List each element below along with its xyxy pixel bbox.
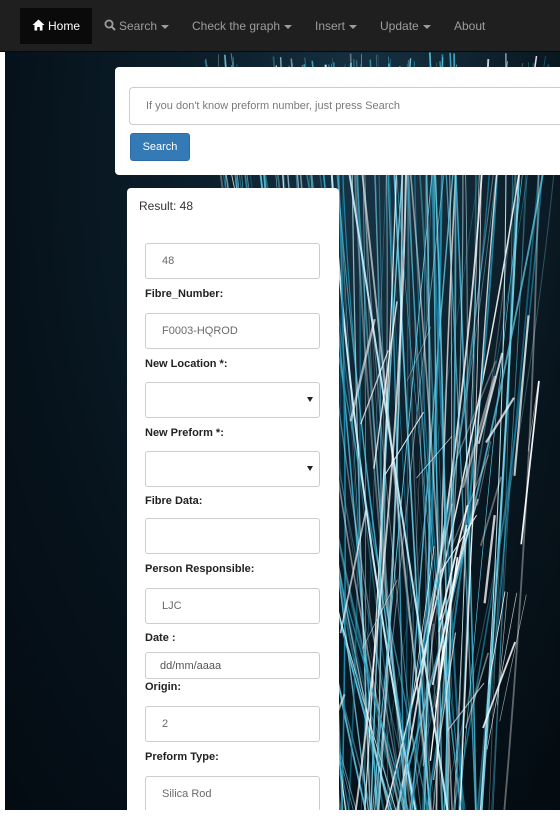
- chevron-down-icon: [422, 24, 431, 29]
- fibre-number-label: Fibre_Number:: [145, 288, 224, 300]
- page-bottom-edge: [0, 810, 560, 820]
- origin-label: Origin:: [145, 681, 182, 693]
- nav-search[interactable]: Search: [104, 0, 170, 53]
- person-responsible-label: Person Responsible:: [145, 563, 255, 575]
- fiber-glint: [513, 315, 530, 476]
- nav-search-label: Search: [119, 19, 158, 33]
- result-count: Result: 48: [139, 199, 194, 213]
- nav-check-graph-label: Check the graph: [192, 19, 281, 33]
- fibre-data-field[interactable]: [145, 518, 320, 554]
- date-label: Date :: [145, 632, 176, 644]
- nav-about-label: About: [454, 19, 486, 33]
- origin-field[interactable]: [145, 706, 320, 742]
- navbar: Home Search Check the graph Insert Updat…: [0, 0, 560, 52]
- new-location-label: New Location *:: [145, 358, 228, 370]
- caret-down-icon: [307, 466, 313, 471]
- nav-home[interactable]: Home: [20, 8, 93, 45]
- fibre-number-field[interactable]: [145, 313, 320, 349]
- preform-type-label: Preform Type:: [145, 751, 219, 763]
- date-field[interactable]: [145, 652, 320, 679]
- search-icon: [104, 1, 116, 53]
- result-form-panel: Result: 48 Fibre_Number: New Location *:…: [127, 188, 339, 820]
- search-button[interactable]: Search: [130, 133, 190, 161]
- preform-type-field[interactable]: [145, 776, 320, 812]
- chevron-down-icon: [161, 24, 170, 29]
- nav-check-graph[interactable]: Check the graph: [192, 0, 293, 52]
- fiber-glint: [464, 652, 489, 729]
- nav-update[interactable]: Update: [380, 0, 431, 52]
- result-id-field[interactable]: [145, 243, 320, 279]
- chevron-down-icon: [284, 24, 293, 29]
- nav-insert-label: Insert: [315, 19, 346, 33]
- nav-home-label: Home: [48, 19, 81, 33]
- nav-update-label: Update: [380, 19, 419, 33]
- search-panel: Search: [115, 67, 560, 175]
- nav-about[interactable]: About: [454, 0, 485, 52]
- person-responsible-field[interactable]: [145, 588, 320, 624]
- nav-insert[interactable]: Insert: [315, 0, 358, 52]
- new-preform-select[interactable]: [145, 451, 320, 487]
- fibre-data-label: Fibre Data:: [145, 495, 203, 507]
- search-input[interactable]: [129, 87, 560, 125]
- new-preform-label: New Preform *:: [145, 427, 224, 439]
- caret-down-icon: [307, 397, 313, 402]
- fiber-glint: [476, 441, 492, 506]
- chevron-down-icon: [349, 24, 358, 29]
- home-icon: [32, 9, 45, 45]
- new-location-select[interactable]: [145, 382, 320, 418]
